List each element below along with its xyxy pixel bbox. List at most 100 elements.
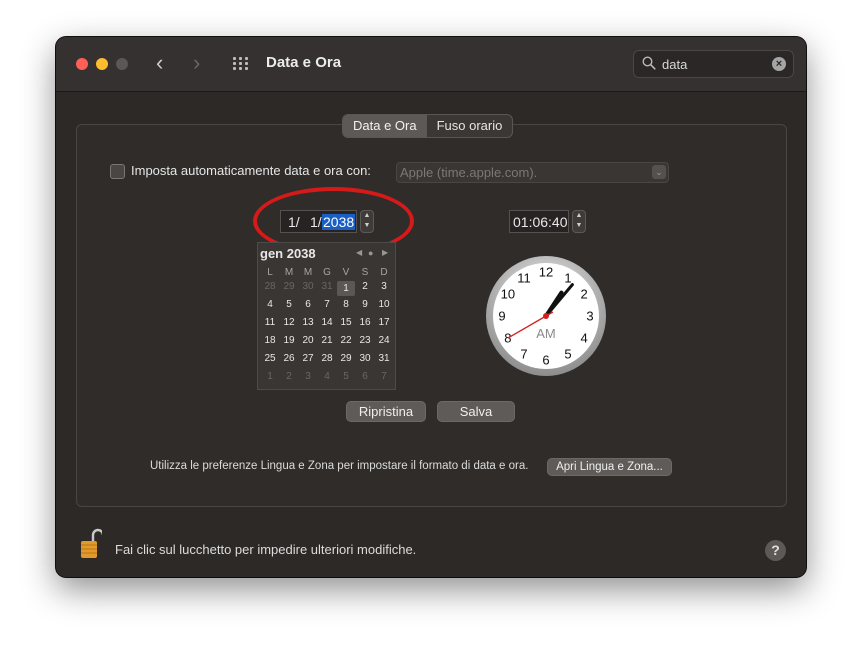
calendar-day[interactable]: 4	[318, 371, 336, 382]
calendar-day[interactable]: 16	[356, 317, 374, 328]
calendar-weekday: G	[323, 267, 331, 278]
chevron-right-icon[interactable]: ›	[193, 52, 200, 74]
preferences-window: ‹ › Data e Ora × Data e Ora Fuso orario …	[56, 37, 806, 577]
calendar-day[interactable]: 1	[337, 281, 355, 296]
time-value[interactable]: 01:06:40	[513, 214, 568, 230]
calendar-month-label: gen 2038	[260, 246, 316, 261]
clock-number: 9	[498, 309, 505, 324]
calendar-day[interactable]: 6	[356, 371, 374, 382]
clock-number: 6	[542, 353, 549, 368]
save-button[interactable]: Salva	[437, 401, 515, 422]
calendar-day[interactable]: 3	[299, 371, 317, 382]
time-stepper[interactable]: ▲ ▼	[572, 210, 586, 233]
chevron-left-icon[interactable]: ‹	[156, 52, 163, 74]
zoom-window-button[interactable]	[116, 58, 128, 70]
calendar-day[interactable]: 11	[261, 317, 279, 328]
calendar-day[interactable]: 31	[375, 353, 393, 364]
date-field[interactable]: 1/ 1/ 2038	[280, 210, 357, 233]
calendar-day[interactable]: 22	[337, 335, 355, 346]
clock-number: 3	[586, 309, 593, 324]
calendar-day[interactable]: 23	[356, 335, 374, 346]
calendar-day[interactable]: 30	[356, 353, 374, 364]
calendar-day[interactable]: 31	[318, 281, 336, 292]
calendar-day[interactable]: 4	[261, 299, 279, 310]
calendar-day[interactable]: 19	[280, 335, 298, 346]
tab-time-zone[interactable]: Fuso orario	[427, 115, 513, 137]
calendar-day[interactable]: 9	[356, 299, 374, 310]
search-box[interactable]: ×	[633, 50, 794, 78]
date-stepper[interactable]: ▲ ▼	[360, 210, 374, 233]
lock-text: Fai clic sul lucchetto per impedire ulte…	[115, 542, 417, 557]
reset-button[interactable]: Ripristina	[346, 401, 426, 422]
calendar-day[interactable]: 15	[337, 317, 355, 328]
calendar-day[interactable]: 30	[299, 281, 317, 292]
calendar-day[interactable]: 20	[299, 335, 317, 346]
calendar-day[interactable]: 24	[375, 335, 393, 346]
minimize-window-button[interactable]	[96, 58, 108, 70]
time-server-select[interactable]: Apple (time.apple.com). ⌄	[396, 162, 669, 183]
clock-number: 11	[517, 270, 531, 285]
calendar-day[interactable]: 2	[356, 281, 374, 292]
clock-number: 1	[564, 270, 571, 285]
calendar-day[interactable]: 13	[299, 317, 317, 328]
search-input[interactable]	[662, 54, 762, 74]
calendar-weekday: S	[361, 267, 369, 278]
previous-month-icon[interactable]: ◀	[356, 248, 362, 257]
analog-clock: 12 12 3 45678 9 1011 AM	[486, 256, 606, 376]
clock-number: 12	[539, 265, 553, 280]
calendar-day[interactable]: 5	[280, 299, 298, 310]
calendar-weekday: L	[267, 267, 273, 278]
calendar-day[interactable]: 28	[318, 353, 336, 364]
calendar-day[interactable]: 7	[318, 299, 336, 310]
auto-time-checkbox[interactable]	[110, 164, 125, 179]
grid-icon[interactable]	[233, 57, 251, 71]
titlebar: ‹ › Data e Ora ×	[56, 37, 806, 92]
date-day[interactable]: 1/	[310, 214, 322, 230]
search-icon	[642, 56, 656, 70]
calendar-weekday: M	[303, 267, 313, 278]
calendar-weekday: V	[342, 267, 350, 278]
calendar-day[interactable]: 26	[280, 353, 298, 364]
calendar-weekday: M	[284, 267, 294, 278]
today-icon[interactable]: ●	[368, 248, 373, 258]
calendar-day[interactable]: 2	[280, 371, 298, 382]
lock-icon[interactable]	[80, 527, 102, 559]
clock-center	[543, 313, 549, 319]
clock-number: 5	[564, 347, 571, 362]
calendar-day[interactable]: 6	[299, 299, 317, 310]
close-window-button[interactable]	[76, 58, 88, 70]
calendar-day[interactable]: 29	[280, 281, 298, 292]
time-field[interactable]: 01:06:40	[509, 210, 569, 233]
calendar-day[interactable]: 21	[318, 335, 336, 346]
clock-number: 4	[580, 331, 587, 346]
tab-date-time[interactable]: Data e Ora	[343, 115, 427, 137]
next-month-icon[interactable]: ▶	[382, 248, 388, 257]
calendar-day[interactable]: 18	[261, 335, 279, 346]
time-server-value: Apple (time.apple.com).	[400, 165, 538, 180]
calendar-day[interactable]: 5	[337, 371, 355, 382]
calendar-day[interactable]: 12	[280, 317, 298, 328]
calendar-day[interactable]: 1	[261, 371, 279, 382]
clock-number: 10	[501, 287, 515, 302]
date-year[interactable]: 2038	[322, 214, 356, 230]
calendar-day[interactable]: 8	[337, 299, 355, 310]
calendar-day[interactable]: 14	[318, 317, 336, 328]
date-month[interactable]: 1/	[288, 214, 300, 230]
calendar-day[interactable]: 10	[375, 299, 393, 310]
open-language-region-button[interactable]: Apri Lingua e Zona...	[547, 458, 672, 476]
calendar-day[interactable]: 3	[375, 281, 393, 292]
clear-icon[interactable]: ×	[772, 57, 786, 71]
calendar[interactable]: gen 2038 ◀ ● ▶ L M M G V S D 28 29 30 31 1 2 3 4 5 6 7 8 9 1…	[257, 242, 396, 390]
calendar-day[interactable]: 7	[375, 371, 393, 382]
calendar-day[interactable]: 17	[375, 317, 393, 328]
calendar-day[interactable]: 27	[299, 353, 317, 364]
calendar-day[interactable]: 29	[337, 353, 355, 364]
calendar-day[interactable]: 25	[261, 353, 279, 364]
help-button[interactable]: ?	[765, 540, 786, 561]
clock-number: 7	[520, 347, 527, 362]
chevron-down-icon: ⌄	[652, 165, 666, 179]
calendar-day[interactable]: 28	[261, 281, 279, 292]
clock-number: 8	[504, 331, 511, 346]
calendar-weekday: D	[380, 267, 388, 278]
tab-bar: Data e Ora Fuso orario	[342, 114, 514, 138]
